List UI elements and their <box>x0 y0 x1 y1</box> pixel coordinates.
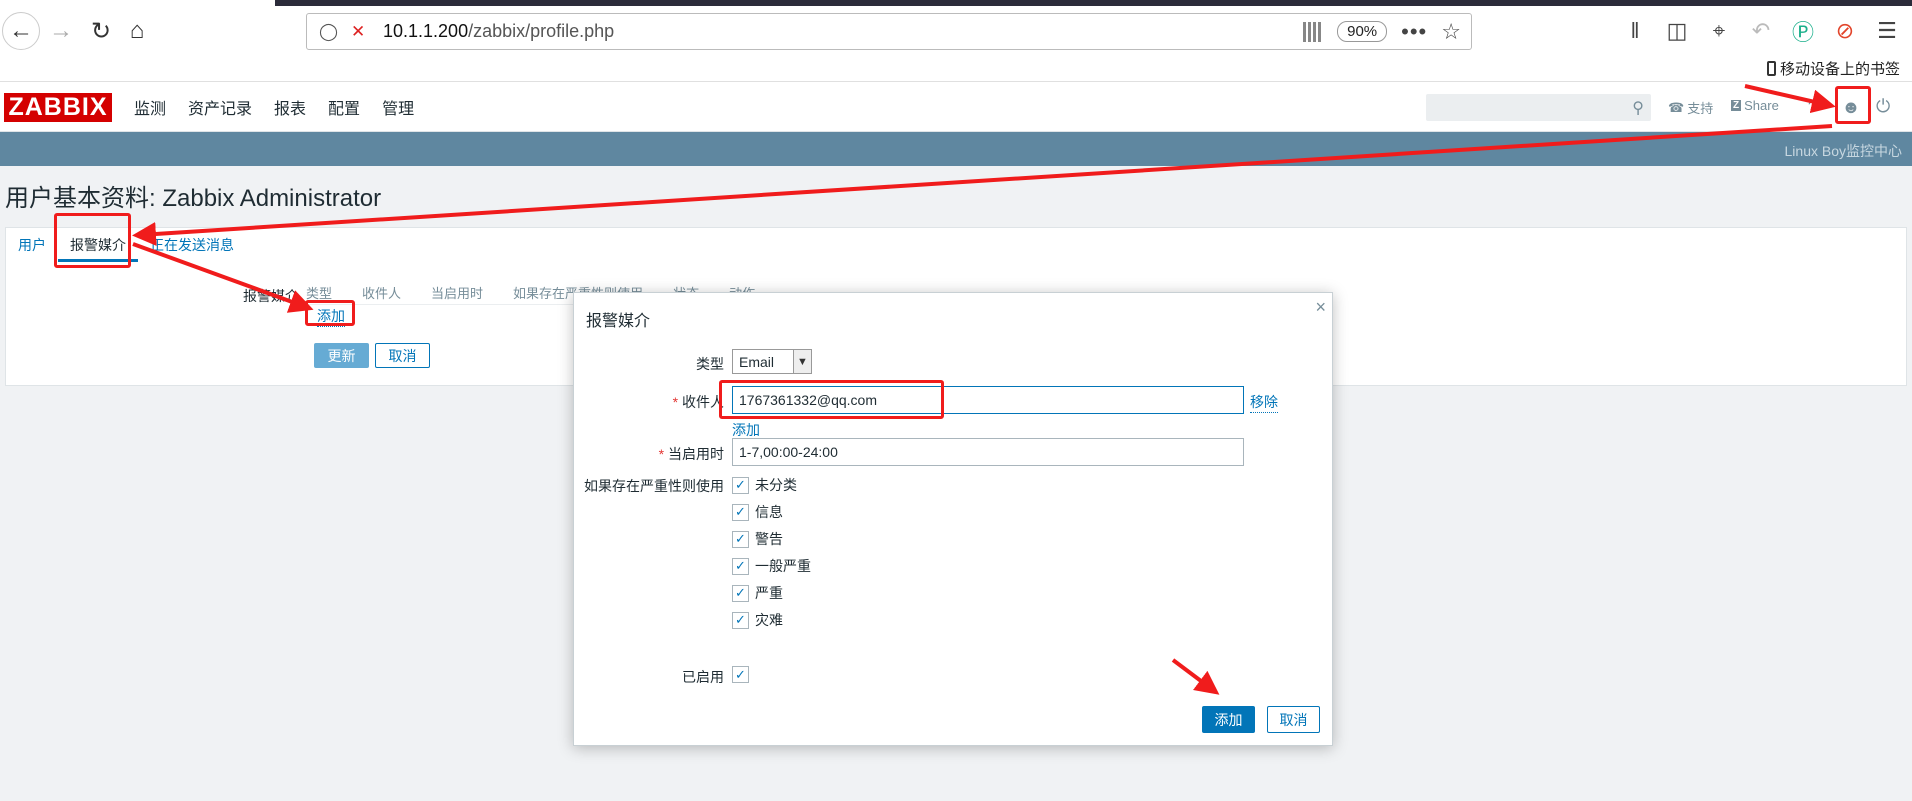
support-link[interactable]: ☎ 支持 <box>1668 98 1713 117</box>
url-host: 10.1.1.200 <box>383 21 469 41</box>
headset-icon: ☎ <box>1668 99 1685 115</box>
undo-icon[interactable]: ↶ <box>1748 18 1774 44</box>
library-icon[interactable]: ‖ <box>1622 18 1648 44</box>
reload-icon[interactable]: ↻ <box>82 12 120 50</box>
period-value: 1-7,00:00-24:00 <box>739 444 838 460</box>
share-link[interactable]: Z Share <box>1731 98 1779 113</box>
col-when-active: 当启用时 <box>431 286 484 301</box>
server-name: Linux Boy监控中心 <box>1784 143 1902 159</box>
remove-sendto-link[interactable]: 移除 <box>1250 392 1278 413</box>
enabled-checkbox[interactable]: ✓ <box>732 666 749 683</box>
severity-high[interactable]: ✓ 严重 <box>732 583 783 603</box>
menu-item-monitoring[interactable]: 监测 <box>134 95 166 119</box>
severity-average[interactable]: ✓ 一般严重 <box>732 556 811 576</box>
sidebar-icon[interactable]: ◫ <box>1664 18 1690 44</box>
help-link[interactable]: ? <box>1808 98 1816 114</box>
url-path: /zabbix/profile.php <box>468 21 615 41</box>
update-button[interactable]: 更新 <box>314 343 369 368</box>
checkbox-checked-icon[interactable]: ✓ <box>732 611 749 629</box>
annotation-box-add-link <box>305 300 355 326</box>
type-label: 类型 <box>696 356 724 372</box>
mobile-bookmarks[interactable]: 移动设备上的书签 <box>1766 58 1900 79</box>
sendto-label: * 收件人 <box>672 394 724 410</box>
shield-icon[interactable]: ◯ <box>319 22 341 42</box>
col-sendto: 收件人 <box>362 286 402 301</box>
sendto-label-text: 收件人 <box>682 394 724 410</box>
checkbox-checked-icon[interactable]: ✓ <box>732 584 749 602</box>
chevron-down-icon[interactable]: ▼ <box>793 350 811 373</box>
tab-user[interactable]: 用户 <box>6 228 58 262</box>
qr-code-icon[interactable] <box>1303 21 1324 42</box>
annotation-box-media-tab <box>54 213 131 268</box>
zoom-indicator[interactable]: 90% <box>1337 21 1388 42</box>
home-icon[interactable]: ⌂ <box>118 12 156 50</box>
period-label-text: 当启用时 <box>668 446 724 462</box>
checkbox-checked-icon[interactable]: ✓ <box>732 557 749 575</box>
checkbox-checked-icon[interactable]: ✓ <box>732 530 749 548</box>
more-actions-icon[interactable]: ••• <box>1401 19 1427 45</box>
forward-arrow-icon[interactable]: → <box>42 12 80 50</box>
severity-label: 如果存在严重性则使用 <box>584 478 724 494</box>
support-label: 支持 <box>1687 101 1714 116</box>
severity-disaster[interactable]: ✓ 灾难 <box>732 610 783 630</box>
zabbix-header: ZABBIX 监测 资产记录 报表 配置 管理 ⚲ ☎ 支持 Z Share ? ☻… <box>0 82 1912 132</box>
mobile-bookmarks-label: 移动设备上的书签 <box>1779 61 1900 78</box>
screenshot-crop-icon[interactable]: ⌖ <box>1706 18 1732 44</box>
blocker-extension-icon[interactable]: ⊘ <box>1832 18 1858 44</box>
period-input[interactable]: 1-7,00:00-24:00 <box>732 438 1244 466</box>
type-select-value: Email <box>739 353 775 370</box>
server-name-strip: Linux Boy监控中心 <box>0 132 1912 166</box>
close-icon[interactable]: × <box>1315 297 1326 318</box>
menu-item-inventory[interactable]: 资产记录 <box>188 95 252 119</box>
global-search-input[interactable]: ⚲ <box>1426 94 1651 121</box>
type-select[interactable]: Email ▼ <box>732 349 812 374</box>
media-dialog: 报警媒介 × 类型 Email ▼ * 收件人 1767361332@qq.co… <box>573 292 1333 746</box>
severity-label-text: 未分类 <box>755 477 797 493</box>
phone-icon <box>1766 61 1776 76</box>
annotation-box-sendto <box>719 380 944 419</box>
address-bar[interactable]: ◯ ✕ 10.1.1.200/zabbix/profile.php 90% ••… <box>306 13 1472 50</box>
severity-label-text: 一般严重 <box>755 558 811 574</box>
insecure-lock-icon[interactable]: ✕ <box>351 22 373 42</box>
severity-label-text: 警告 <box>755 531 783 547</box>
browser-toolbar: ← → ↻ ⌂ ◯ ✕ 10.1.1.200/zabbix/profile.ph… <box>0 0 1912 82</box>
cancel-button[interactable]: 取消 <box>375 343 430 368</box>
back-arrow-icon[interactable]: ← <box>2 12 40 50</box>
search-icon[interactable]: ⚲ <box>1632 98 1644 118</box>
share-label: Share <box>1744 98 1779 113</box>
zabbix-logo[interactable]: ZABBIX <box>4 93 112 122</box>
severity-warning[interactable]: ✓ 警告 <box>732 529 783 549</box>
page-title: 用户基本资料: Zabbix Administrator <box>5 185 382 212</box>
severity-not-classified[interactable]: ✓ 未分类 <box>732 475 797 495</box>
tab-messaging[interactable]: 正在发送消息 <box>138 228 246 262</box>
translate-extension-icon[interactable]: Ⓟ <box>1790 15 1816 47</box>
severity-label-text: 严重 <box>755 585 783 601</box>
severity-label-text: 信息 <box>755 504 783 520</box>
dialog-add-button[interactable]: 添加 <box>1202 706 1255 733</box>
period-label: * 当启用时 <box>658 446 724 462</box>
enabled-label: 已启用 <box>682 669 724 685</box>
logout-power-icon[interactable]: ⏻ <box>1876 96 1890 117</box>
share-z-icon: Z <box>1731 100 1742 111</box>
severity-label-text: 灾难 <box>755 612 783 628</box>
menu-item-administration[interactable]: 管理 <box>382 95 414 119</box>
annotation-box-user-icon <box>1835 86 1871 124</box>
menu-item-configuration[interactable]: 配置 <box>328 95 360 119</box>
tab-strip <box>275 0 1912 6</box>
url-text[interactable]: 10.1.1.200/zabbix/profile.php <box>383 21 614 42</box>
checkbox-checked-icon[interactable]: ✓ <box>732 666 749 683</box>
dialog-cancel-button[interactable]: 取消 <box>1267 706 1320 733</box>
severity-information[interactable]: ✓ 信息 <box>732 502 783 522</box>
main-menu: 监测 资产记录 报表 配置 管理 <box>134 82 414 132</box>
checkbox-checked-icon[interactable]: ✓ <box>732 476 749 494</box>
checkbox-checked-icon[interactable]: ✓ <box>732 503 749 521</box>
dialog-title: 报警媒介 <box>586 313 651 330</box>
media-field-label: 报警媒介 <box>243 288 299 304</box>
bookmark-star-icon[interactable]: ☆ <box>1441 19 1461 45</box>
menu-icon[interactable]: ☰ <box>1874 18 1900 44</box>
menu-item-reports[interactable]: 报表 <box>274 95 306 119</box>
